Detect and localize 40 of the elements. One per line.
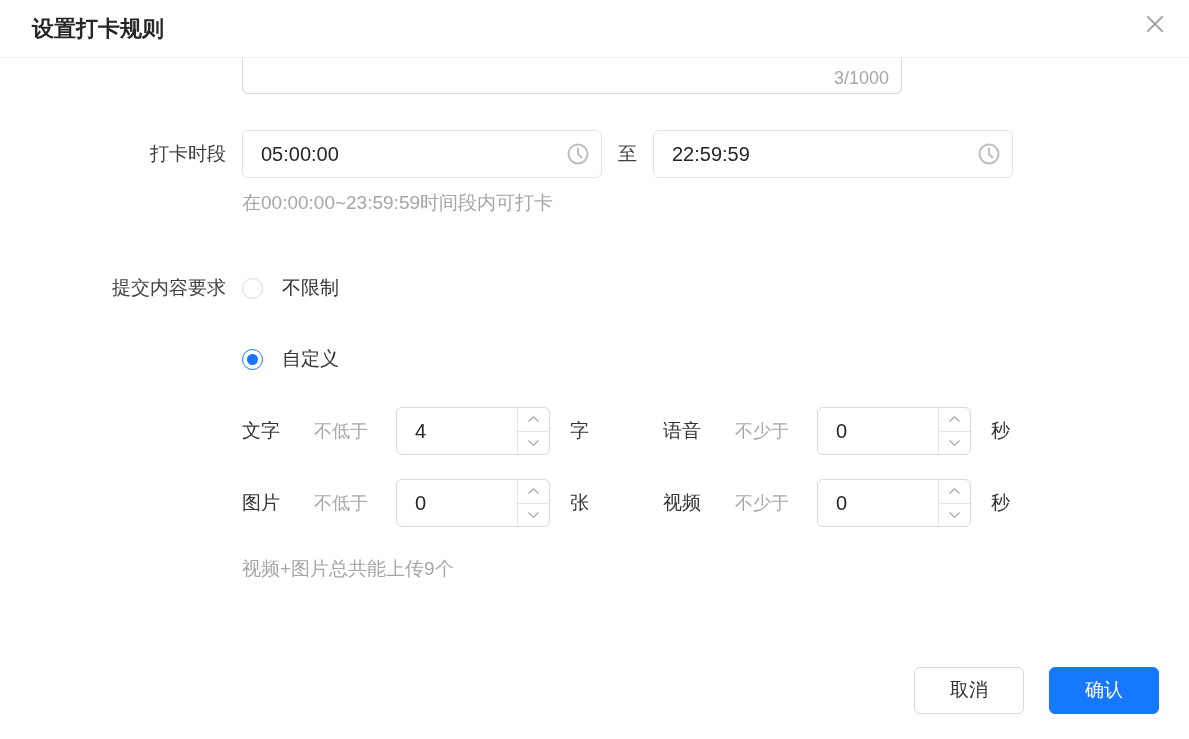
close-icon (1147, 15, 1163, 32)
clock-icon (567, 143, 589, 165)
chevron-down-icon (949, 511, 960, 518)
char-counter: 3/1000 (833, 67, 889, 90)
number-input[interactable]: 4 (396, 407, 550, 455)
form-label: 打卡时段 (149, 141, 227, 166)
dialog-title: 设置打卡规则 (32, 15, 164, 43)
form-label: 提交内容要求 (111, 276, 227, 300)
field-name: 视频 (663, 490, 702, 515)
number-input[interactable]: 0 (396, 479, 550, 527)
field-name: 语音 (663, 418, 702, 443)
chevron-up-icon (528, 488, 539, 495)
number-input[interactable]: 0 (817, 407, 971, 455)
unit-label: 张 (570, 490, 589, 515)
field-qualifier: 不少于 (735, 491, 790, 515)
unit-label: 字 (570, 418, 589, 443)
field-qualifier: 不少于 (735, 419, 790, 443)
confirm-button[interactable]: 确认 (1049, 667, 1159, 714)
clock-icon (978, 143, 1000, 165)
unit-label: 秒 (991, 418, 1010, 443)
chevron-down-icon (528, 439, 539, 446)
hint-text: 视频+图片总共能上传9个 (242, 557, 455, 581)
field-qualifier: 不低于 (314, 419, 369, 443)
field-name: 图片 (242, 490, 281, 515)
chevron-up-icon (528, 416, 539, 423)
chevron-down-icon (528, 511, 539, 518)
radio-label[interactable]: 不限制 (282, 273, 339, 303)
chevron-up-icon (949, 416, 960, 423)
field-qualifier: 不低于 (314, 491, 369, 515)
time-picker-field[interactable]: 05:00:00 (242, 130, 602, 178)
hint-text: 在00:00:00~23:59:59时间段内可打卡 (242, 192, 553, 213)
radio-label[interactable]: 自定义 (282, 344, 339, 374)
field-name: 文字 (242, 418, 281, 443)
range-separator: 至 (618, 141, 637, 166)
chevron-down-icon (949, 439, 960, 446)
cancel-button[interactable]: 取消 (914, 667, 1024, 714)
chevron-up-icon (949, 488, 960, 495)
unit-label: 秒 (991, 490, 1010, 515)
time-picker-field[interactable]: 22:59:59 (653, 130, 1013, 178)
number-input[interactable]: 0 (817, 479, 971, 527)
